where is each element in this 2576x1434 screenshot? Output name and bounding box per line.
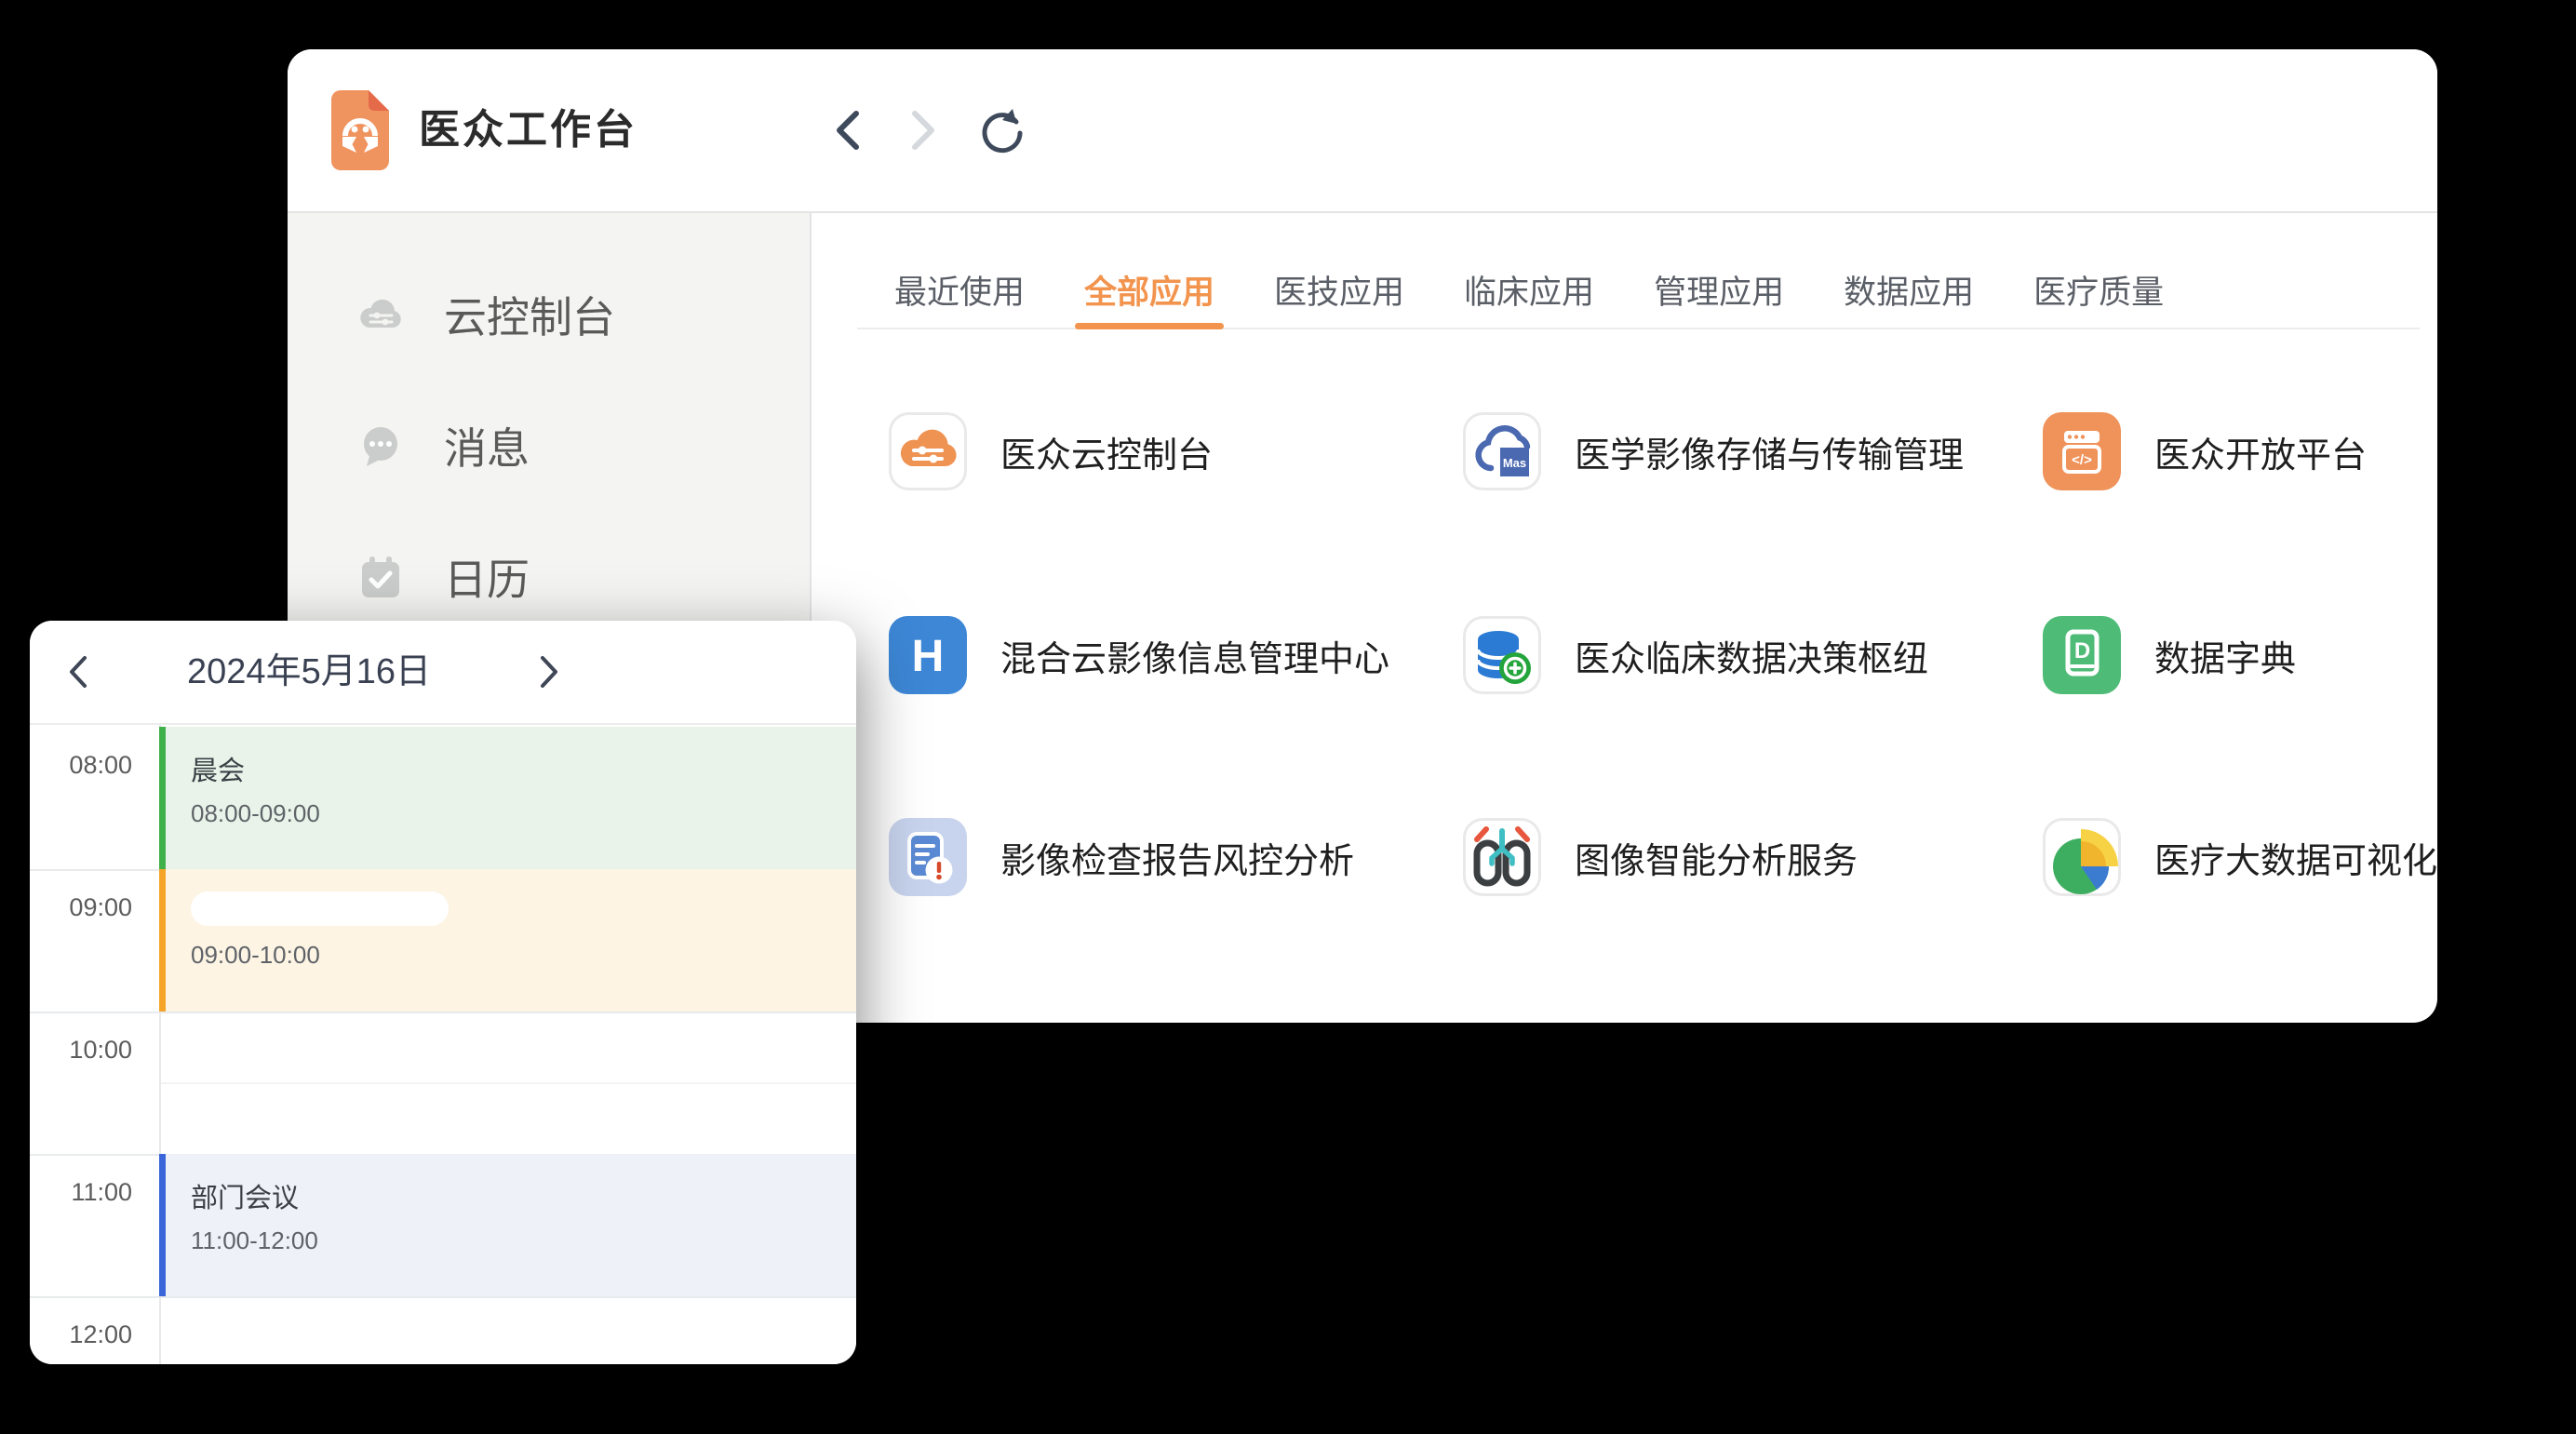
refresh-button[interactable] bbox=[973, 49, 1032, 211]
time-label: 11:00 bbox=[52, 1178, 132, 1207]
desktop-background: 医众工作台 bbox=[0, 0, 2576, 1434]
app-open-platform[interactable]: </> 医众开放平台 bbox=[2043, 412, 2367, 490]
message-bubble-icon bbox=[358, 423, 403, 468]
dictionary-book-icon: D bbox=[2043, 616, 2121, 694]
cloud-settings-icon bbox=[358, 292, 403, 337]
back-button[interactable] bbox=[818, 49, 878, 211]
app-label: 医疗大数据可视化 bbox=[2154, 832, 2437, 883]
tab-medical-quality[interactable]: 医疗质量 bbox=[2033, 264, 2164, 329]
half-hour-line bbox=[161, 1082, 856, 1084]
calendar-grid: 08:00 09:00 10:00 11:00 12:00 晨会 08:00-0… bbox=[30, 725, 856, 1364]
app-medical-image-pacs[interactable]: Mas 医学影像存储与传输管理 bbox=[1463, 412, 1964, 490]
owl-document-icon bbox=[331, 90, 389, 170]
tab-recently-used[interactable]: 最近使用 bbox=[894, 264, 1025, 329]
svg-text:H: H bbox=[912, 632, 945, 681]
app-label: 医众云控制台 bbox=[1000, 426, 1213, 477]
sidebar-item-cloud-console[interactable]: 云控制台 bbox=[288, 277, 810, 352]
hour-line bbox=[30, 1012, 856, 1013]
calendar-check-icon bbox=[358, 555, 403, 599]
tab-management-apps[interactable]: 管理应用 bbox=[1654, 264, 1784, 329]
calendar-header: 2024年5月16日 bbox=[30, 621, 856, 725]
app-label: 医学影像存储与传输管理 bbox=[1575, 426, 1964, 477]
app-label: 影像检查报告风控分析 bbox=[1000, 832, 1354, 883]
sidebar-item-label: 日历 bbox=[444, 546, 530, 608]
app-label: 医众临床数据决策枢纽 bbox=[1575, 630, 1928, 681]
app-title: 医众工作台 bbox=[419, 49, 637, 211]
svg-text:</>: </> bbox=[2072, 452, 2092, 468]
calendar-next-day-button[interactable] bbox=[521, 621, 577, 723]
chevron-left-icon bbox=[68, 654, 88, 690]
cloud-mas-icon: Mas bbox=[1463, 412, 1541, 490]
sidebar-item-messages[interactable]: 消息 bbox=[288, 409, 810, 483]
tab-data-apps[interactable]: 数据应用 bbox=[1844, 264, 1974, 329]
sidebar-item-label: 消息 bbox=[444, 415, 530, 476]
event-time: 08:00-09:00 bbox=[191, 799, 856, 828]
code-window-icon: </> bbox=[2043, 412, 2121, 490]
event-title: 部门会议 bbox=[191, 1176, 856, 1215]
svg-text:Mas: Mas bbox=[1503, 456, 1526, 470]
time-label: 12:00 bbox=[52, 1320, 132, 1349]
app-cloud-console[interactable]: 医众云控制台 bbox=[889, 412, 1213, 490]
forward-button[interactable] bbox=[893, 49, 953, 211]
time-label: 09:00 bbox=[52, 893, 132, 922]
app-label: 图像智能分析服务 bbox=[1575, 832, 1858, 883]
app-hybrid-cloud-imaging[interactable]: H 混合云影像信息管理中心 bbox=[889, 616, 1389, 694]
chevron-right-icon bbox=[909, 108, 937, 153]
tab-clinical-apps[interactable]: 临床应用 bbox=[1464, 264, 1594, 329]
tabs-bar: 最近使用 全部应用 医技应用 临床应用 管理应用 数据应用 医疗质量 bbox=[857, 264, 2420, 329]
tab-medtech-apps[interactable]: 医技应用 bbox=[1274, 264, 1404, 329]
tab-all-apps[interactable]: 全部应用 bbox=[1084, 264, 1214, 329]
time-label: 10:00 bbox=[52, 1036, 132, 1065]
app-data-dictionary[interactable]: D 数据字典 bbox=[2043, 616, 2296, 694]
svg-text:D: D bbox=[2074, 638, 2090, 663]
lungs-icon bbox=[1463, 818, 1541, 896]
app-big-data-visualization[interactable]: 医疗大数据可视化 bbox=[2043, 818, 2437, 896]
letter-h-icon: H bbox=[889, 616, 967, 694]
time-label: 08:00 bbox=[52, 751, 132, 780]
event-title: 晨会 bbox=[191, 749, 856, 788]
app-report-risk-analysis[interactable]: 影像检查报告风控分析 bbox=[889, 818, 1354, 896]
sidebar-item-label: 云控制台 bbox=[444, 284, 615, 345]
chevron-right-icon bbox=[539, 654, 559, 690]
calendar-date: 2024年5月16日 bbox=[132, 621, 486, 723]
calendar-event-morning-meeting[interactable]: 晨会 08:00-09:00 bbox=[159, 727, 856, 869]
event-time: 09:00-10:00 bbox=[191, 941, 856, 970]
event-title-redacted-pill bbox=[191, 891, 449, 926]
event-time: 11:00-12:00 bbox=[191, 1226, 856, 1255]
report-warning-icon bbox=[889, 818, 967, 896]
pie-chart-icon bbox=[2043, 818, 2121, 896]
hour-line bbox=[30, 1296, 856, 1298]
window-header: 医众工作台 bbox=[288, 49, 2437, 213]
calendar-event-department-meeting[interactable]: 部门会议 11:00-12:00 bbox=[159, 1154, 856, 1296]
refresh-icon bbox=[978, 106, 1026, 154]
app-label: 混合云影像信息管理中心 bbox=[1000, 630, 1389, 681]
app-image-ai-analysis[interactable]: 图像智能分析服务 bbox=[1463, 818, 1858, 896]
app-label: 医众开放平台 bbox=[2154, 426, 2367, 477]
app-label: 数据字典 bbox=[2154, 630, 2296, 681]
orange-cloud-sliders-icon bbox=[889, 412, 967, 490]
calendar-event-redacted[interactable]: 09:00-10:00 bbox=[159, 869, 856, 1012]
calendar-prev-day-button[interactable] bbox=[50, 621, 106, 723]
app-clinical-data-hub[interactable]: 医众临床数据决策枢纽 bbox=[1463, 616, 1928, 694]
calendar-panel: 2024年5月16日 08:00 09:00 10:00 11:00 bbox=[30, 621, 856, 1364]
database-plus-icon bbox=[1463, 616, 1541, 694]
chevron-left-icon bbox=[834, 108, 862, 153]
sidebar-item-calendar[interactable]: 日历 bbox=[288, 540, 810, 614]
